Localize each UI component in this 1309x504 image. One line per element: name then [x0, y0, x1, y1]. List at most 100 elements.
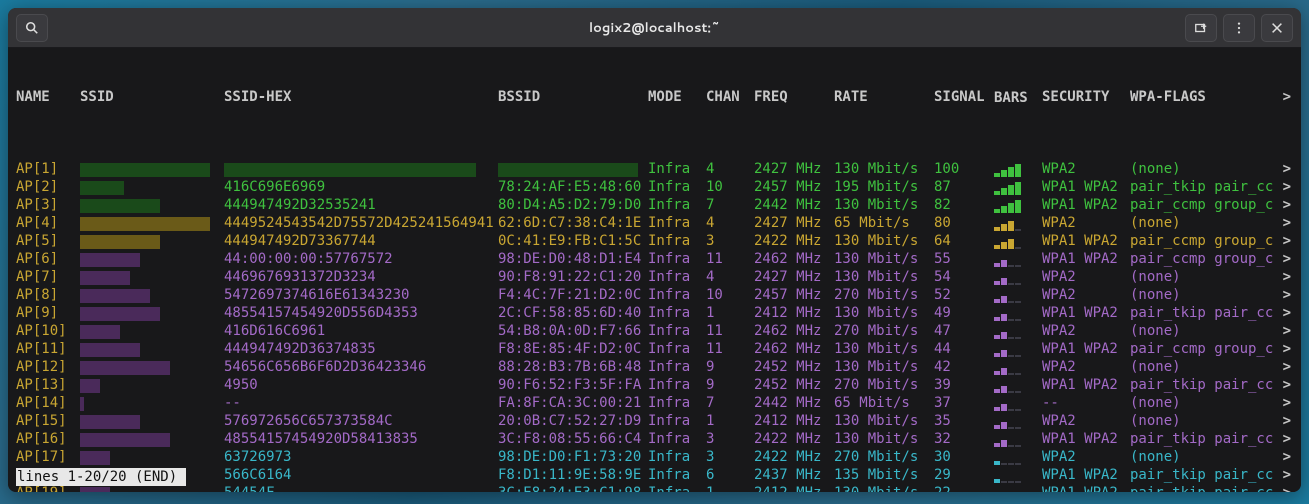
cell-ssid [80, 358, 224, 376]
cell-bars [994, 161, 1042, 177]
cell-chan: 1 [706, 304, 754, 322]
ap-row: AP[19]54454F3C:E8:24:E3:C1:98Infra12412 … [16, 484, 1297, 492]
cell-security: WPA2 [1042, 358, 1130, 376]
redacted-ssid [80, 415, 140, 429]
cell-ssid [80, 160, 224, 178]
cell-signal: 30 [934, 448, 994, 466]
cell-security: WPA2 [1042, 322, 1130, 340]
cell-mode: Infra [648, 250, 706, 268]
cell-bssid: 90:F8:91:22:C1:20 [498, 268, 648, 286]
terminal-output[interactable]: NAME SSID SSID-HEX BSSID MODE CHAN FREQ … [8, 48, 1301, 492]
cell-rate: 130 Mbit/s [834, 412, 934, 430]
cell-bars [994, 485, 1042, 492]
cell-bars [994, 323, 1042, 339]
cell-security: WPA1 WPA2 [1042, 466, 1130, 484]
cell-security: WPA1 WPA2 [1042, 376, 1130, 394]
cell-freq: 2422 MHz [754, 448, 834, 466]
cell-security: WPA2 [1042, 268, 1130, 286]
close-button[interactable] [1261, 14, 1293, 42]
cell-ssid [80, 340, 224, 358]
col-mode: MODE [648, 88, 706, 106]
cell-name: AP[15] [16, 412, 80, 430]
cell-mode: Infra [648, 376, 706, 394]
cell-ssid-hex: 44:00:00:00:57767572 [224, 250, 498, 268]
redacted-ssid [80, 199, 160, 213]
cell-mode: Infra [648, 448, 706, 466]
cell-freq: 2422 MHz [754, 232, 834, 250]
scroll-indicator-icon: > [1283, 484, 1291, 492]
cell-ssid-hex: 54656C656B6F6D2D36423346 [224, 358, 498, 376]
cell-signal: 80 [934, 214, 994, 232]
ap-row: AP[14]--FA:8F:CA:3C:00:21Infra72442 MHz6… [16, 394, 1297, 412]
cell-wpa-flags: (none) [1130, 412, 1297, 430]
cell-freq: 2427 MHz [754, 160, 834, 178]
cell-signal: 87 [934, 178, 994, 196]
cell-name: AP[17] [16, 448, 80, 466]
new-tab-button[interactable] [1185, 14, 1217, 42]
cell-chan: 6 [706, 466, 754, 484]
cell-wpa-flags: pair_ccmp group_c [1130, 232, 1297, 250]
cell-wpa-flags: pair_tkip pair_cc [1130, 376, 1297, 394]
cell-name: AP[10] [16, 322, 80, 340]
scroll-indicator-icon: > [1283, 232, 1291, 250]
cell-wpa-flags: pair_tkip pair_cc [1130, 430, 1297, 448]
cell-bars [994, 179, 1042, 195]
cell-rate: 65 Mbit/s [834, 214, 934, 232]
search-icon [25, 21, 39, 35]
cell-security: WPA2 [1042, 214, 1130, 232]
redacted-ssid [80, 235, 160, 249]
cell-name: AP[16] [16, 430, 80, 448]
cell-mode: Infra [648, 430, 706, 448]
menu-button[interactable] [1223, 14, 1255, 42]
cell-bssid: 3C:E8:24:E3:C1:98 [498, 484, 648, 492]
cell-bssid: 3C:F8:08:55:66:C4 [498, 430, 648, 448]
cell-freq: 2452 MHz [754, 358, 834, 376]
cell-freq: 2437 MHz [754, 466, 834, 484]
cell-bars [994, 269, 1042, 285]
cell-ssid-hex: 63726973 [224, 448, 498, 466]
cell-rate: 130 Mbit/s [834, 304, 934, 322]
cell-signal: 47 [934, 322, 994, 340]
cell-ssid [80, 376, 224, 394]
cell-rate: 130 Mbit/s [834, 268, 934, 286]
search-button[interactable] [16, 14, 48, 42]
cell-name: AP[8] [16, 286, 80, 304]
col-rate: RATE [834, 88, 934, 106]
col-name: NAME [16, 88, 80, 106]
col-ssid: SSID [80, 88, 224, 106]
cell-signal: 42 [934, 358, 994, 376]
scroll-indicator-icon: > [1283, 430, 1291, 448]
col-signal: SIGNAL [934, 88, 994, 106]
header-row: NAME SSID SSID-HEX BSSID MODE CHAN FREQ … [16, 88, 1297, 106]
cell-ssid-hex: 416C696E6969 [224, 178, 498, 196]
cell-ssid-hex: 4449524543542D75572D425241564941 [224, 214, 498, 232]
cell-bars [994, 341, 1042, 357]
cell-wpa-flags: (none) [1130, 322, 1297, 340]
ap-row: AP[11]444947492D36374835F8:8E:85:4F:D2:0… [16, 340, 1297, 358]
cell-name: AP[13] [16, 376, 80, 394]
ap-row: AP[17]6372697398:DE:D0:F1:73:20Infra3242… [16, 448, 1297, 466]
cell-security: WPA2 [1042, 160, 1130, 178]
cell-chan: 9 [706, 358, 754, 376]
redacted-ssid [80, 217, 210, 231]
cursor [177, 468, 185, 484]
redacted-ssid [80, 289, 150, 303]
cell-ssid [80, 412, 224, 430]
cell-mode: Infra [648, 466, 706, 484]
ap-row: AP[7]4469676931372D323490:F8:91:22:C1:20… [16, 268, 1297, 286]
cell-ssid-hex: 576972656C657373584C [224, 412, 498, 430]
cell-signal: 100 [934, 160, 994, 178]
cell-ssid-hex: 48554157454920D58413835 [224, 430, 498, 448]
cell-mode: Infra [648, 304, 706, 322]
cell-security: WPA2 [1042, 448, 1130, 466]
cell-ssid-hex: 4950 [224, 376, 498, 394]
cell-ssid [80, 286, 224, 304]
cell-name: AP[5] [16, 232, 80, 250]
cell-freq: 2442 MHz [754, 394, 834, 412]
cell-bars [994, 395, 1042, 411]
cell-bars [994, 251, 1042, 267]
scroll-indicator-icon: > [1283, 340, 1291, 358]
cell-signal: 37 [934, 394, 994, 412]
cell-chan: 7 [706, 196, 754, 214]
scroll-indicator-icon: > [1283, 268, 1291, 286]
